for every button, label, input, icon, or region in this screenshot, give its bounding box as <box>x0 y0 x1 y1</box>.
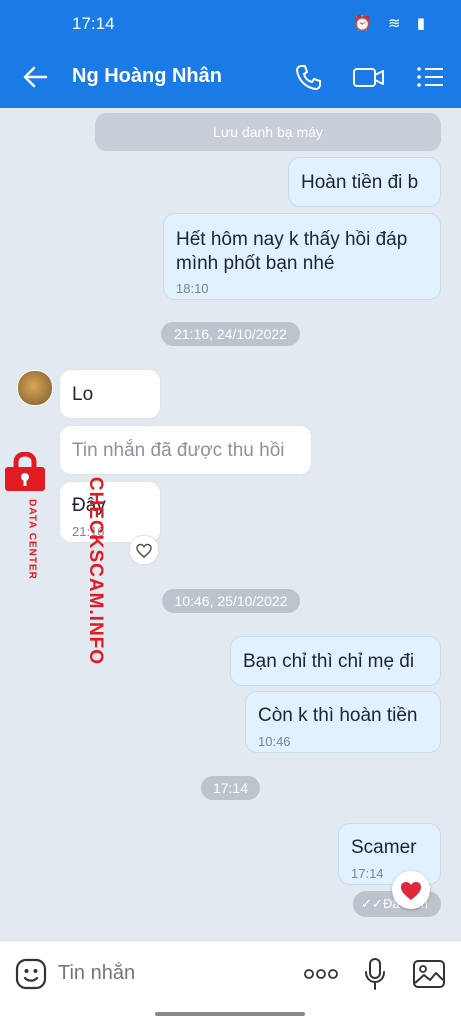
message-bubble-out[interactable]: Hoàn tiền đi b <box>288 157 441 207</box>
status-bar: 17:14 ⏰ ≋ ▮ <box>0 0 461 46</box>
arrow-left-icon[interactable] <box>20 62 50 92</box>
message-bubble-out[interactable]: Hết hôm nay k thấy hồi đáp mình phốt bạn… <box>163 213 441 300</box>
video-icon[interactable] <box>352 62 386 92</box>
phone-icon[interactable] <box>293 62 323 92</box>
sticker-icon[interactable] <box>14 957 48 991</box>
message-text: Bạn chỉ thì chỉ mẹ đi <box>243 651 415 672</box>
message-bubble-out[interactable]: Còn k thì hoàn tiền 10:46 <box>245 691 441 753</box>
avatar[interactable] <box>17 370 53 406</box>
date-separator: 10:46, 25/10/2022 <box>162 589 300 613</box>
heart-reaction[interactable] <box>392 871 430 909</box>
contact-name[interactable]: Ng Hoàng Nhân <box>72 65 222 88</box>
lock-logo-icon <box>3 451 47 492</box>
message-bubble-out[interactable]: Bạn chỉ thì chỉ mẹ đi <box>230 636 441 686</box>
message-text: Lo <box>72 384 94 405</box>
double-check-icon: ✓✓ <box>361 896 383 911</box>
gesture-bar <box>0 1006 461 1024</box>
heart-outline-icon <box>136 543 152 558</box>
message-text-line: mình phốt bạn nhé <box>176 253 335 274</box>
status-time: 17:14 <box>72 14 115 33</box>
message-text: Tin nhắn đã được thu hồi <box>72 440 285 461</box>
message-text: Scamer <box>351 837 417 858</box>
status-icons: ⏰ ≋ ▮ <box>353 15 431 32</box>
chat-header: Ng Hoàng Nhân <box>0 46 461 108</box>
message-text: Còn k thì hoàn tiền <box>258 705 418 726</box>
message-input[interactable] <box>58 958 278 988</box>
message-bubble-in[interactable]: Đây 21:16 <box>59 481 161 543</box>
message-time: 17:14 <box>351 866 384 881</box>
image-icon[interactable] <box>412 958 446 990</box>
watermark-main: CHECKSCAM.INFO <box>85 476 106 666</box>
date-separator: 21:16, 24/10/2022 <box>161 322 300 346</box>
heart-icon <box>401 882 421 900</box>
watermark-sub: DATA CENTER <box>26 499 38 580</box>
microphone-icon[interactable] <box>363 957 387 991</box>
message-text-line: Hết hôm nay k thấy hồi đáp <box>176 229 408 250</box>
heart-react-button[interactable] <box>129 535 159 565</box>
system-notice[interactable]: Lưu danh bạ máy <box>95 113 441 151</box>
message-time: 18:10 <box>176 281 209 296</box>
home-indicator[interactable] <box>155 1012 305 1016</box>
more-icon[interactable] <box>303 968 339 980</box>
date-separator: 17:14 <box>201 776 260 800</box>
list-icon[interactable] <box>415 62 445 92</box>
message-text: Hoàn tiền đi b <box>301 172 419 193</box>
message-input-bar <box>0 940 461 1007</box>
message-bubble-in[interactable]: Lo <box>59 369 161 419</box>
message-time: 10:46 <box>258 734 291 749</box>
